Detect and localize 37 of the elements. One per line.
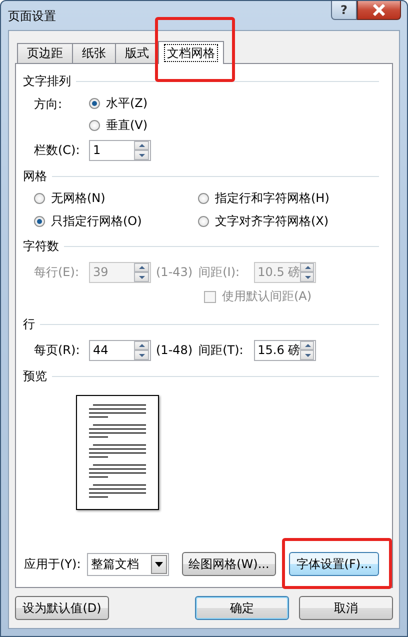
field-label: 每页(R): xyxy=(34,342,81,358)
section-heading: 文字排列 xyxy=(23,72,71,90)
dialog-button[interactable]: 绘图网格(W)... xyxy=(182,552,276,576)
range-hint: (1-48) xyxy=(156,343,193,357)
section-heading: 字符数 xyxy=(23,238,59,254)
dropdown[interactable]: 整篇文档 xyxy=(86,552,169,576)
tab[interactable]: 纸张 xyxy=(72,43,116,63)
range-hint: (1-43) xyxy=(156,265,193,279)
section-heading: 网格 xyxy=(23,168,47,184)
number-spinner[interactable]: 15.6 磅 xyxy=(254,340,316,360)
window-title: 页面设置 xyxy=(8,8,56,25)
help-button[interactable]: ? xyxy=(331,1,357,20)
field-label: 栏数(C): xyxy=(34,142,81,158)
number-spinner[interactable]: 44 xyxy=(89,340,151,360)
field-label: 间距(T): xyxy=(198,342,244,358)
section-heading: 行 xyxy=(23,316,35,332)
close-icon xyxy=(372,4,386,16)
radio-option[interactable]: 文字对齐字符网格(X) xyxy=(198,214,379,229)
dialog-button[interactable]: 设为默认值(D) xyxy=(15,596,109,620)
radio-option[interactable]: 水平(Z) xyxy=(89,96,148,111)
section-heading: 预览 xyxy=(23,368,47,384)
number-spinner[interactable]: 1 xyxy=(89,140,151,160)
radio-option[interactable]: 只指定行网格(O) xyxy=(34,214,198,229)
dialog-button[interactable]: 确定 xyxy=(195,596,289,620)
dialog-button[interactable]: 字体设置(F)... xyxy=(289,552,379,576)
field-label: 间距(I): xyxy=(198,264,241,280)
close-button[interactable] xyxy=(357,1,401,20)
field-label: 每行(E): xyxy=(34,264,80,280)
radio-option[interactable]: 无网格(N) xyxy=(34,191,198,206)
dialog-button[interactable]: 取消 xyxy=(299,596,393,620)
field-label: 应用于(Y): xyxy=(24,556,81,572)
caret-icon xyxy=(154,562,163,566)
field-label: 方向: xyxy=(34,96,64,113)
radio-option[interactable]: 指定行和字符网格(H) xyxy=(198,191,379,206)
radio-option[interactable]: 垂直(V) xyxy=(89,118,148,133)
tab[interactable]: 文档网格 xyxy=(158,41,224,64)
tab[interactable]: 页边距 xyxy=(17,43,73,63)
